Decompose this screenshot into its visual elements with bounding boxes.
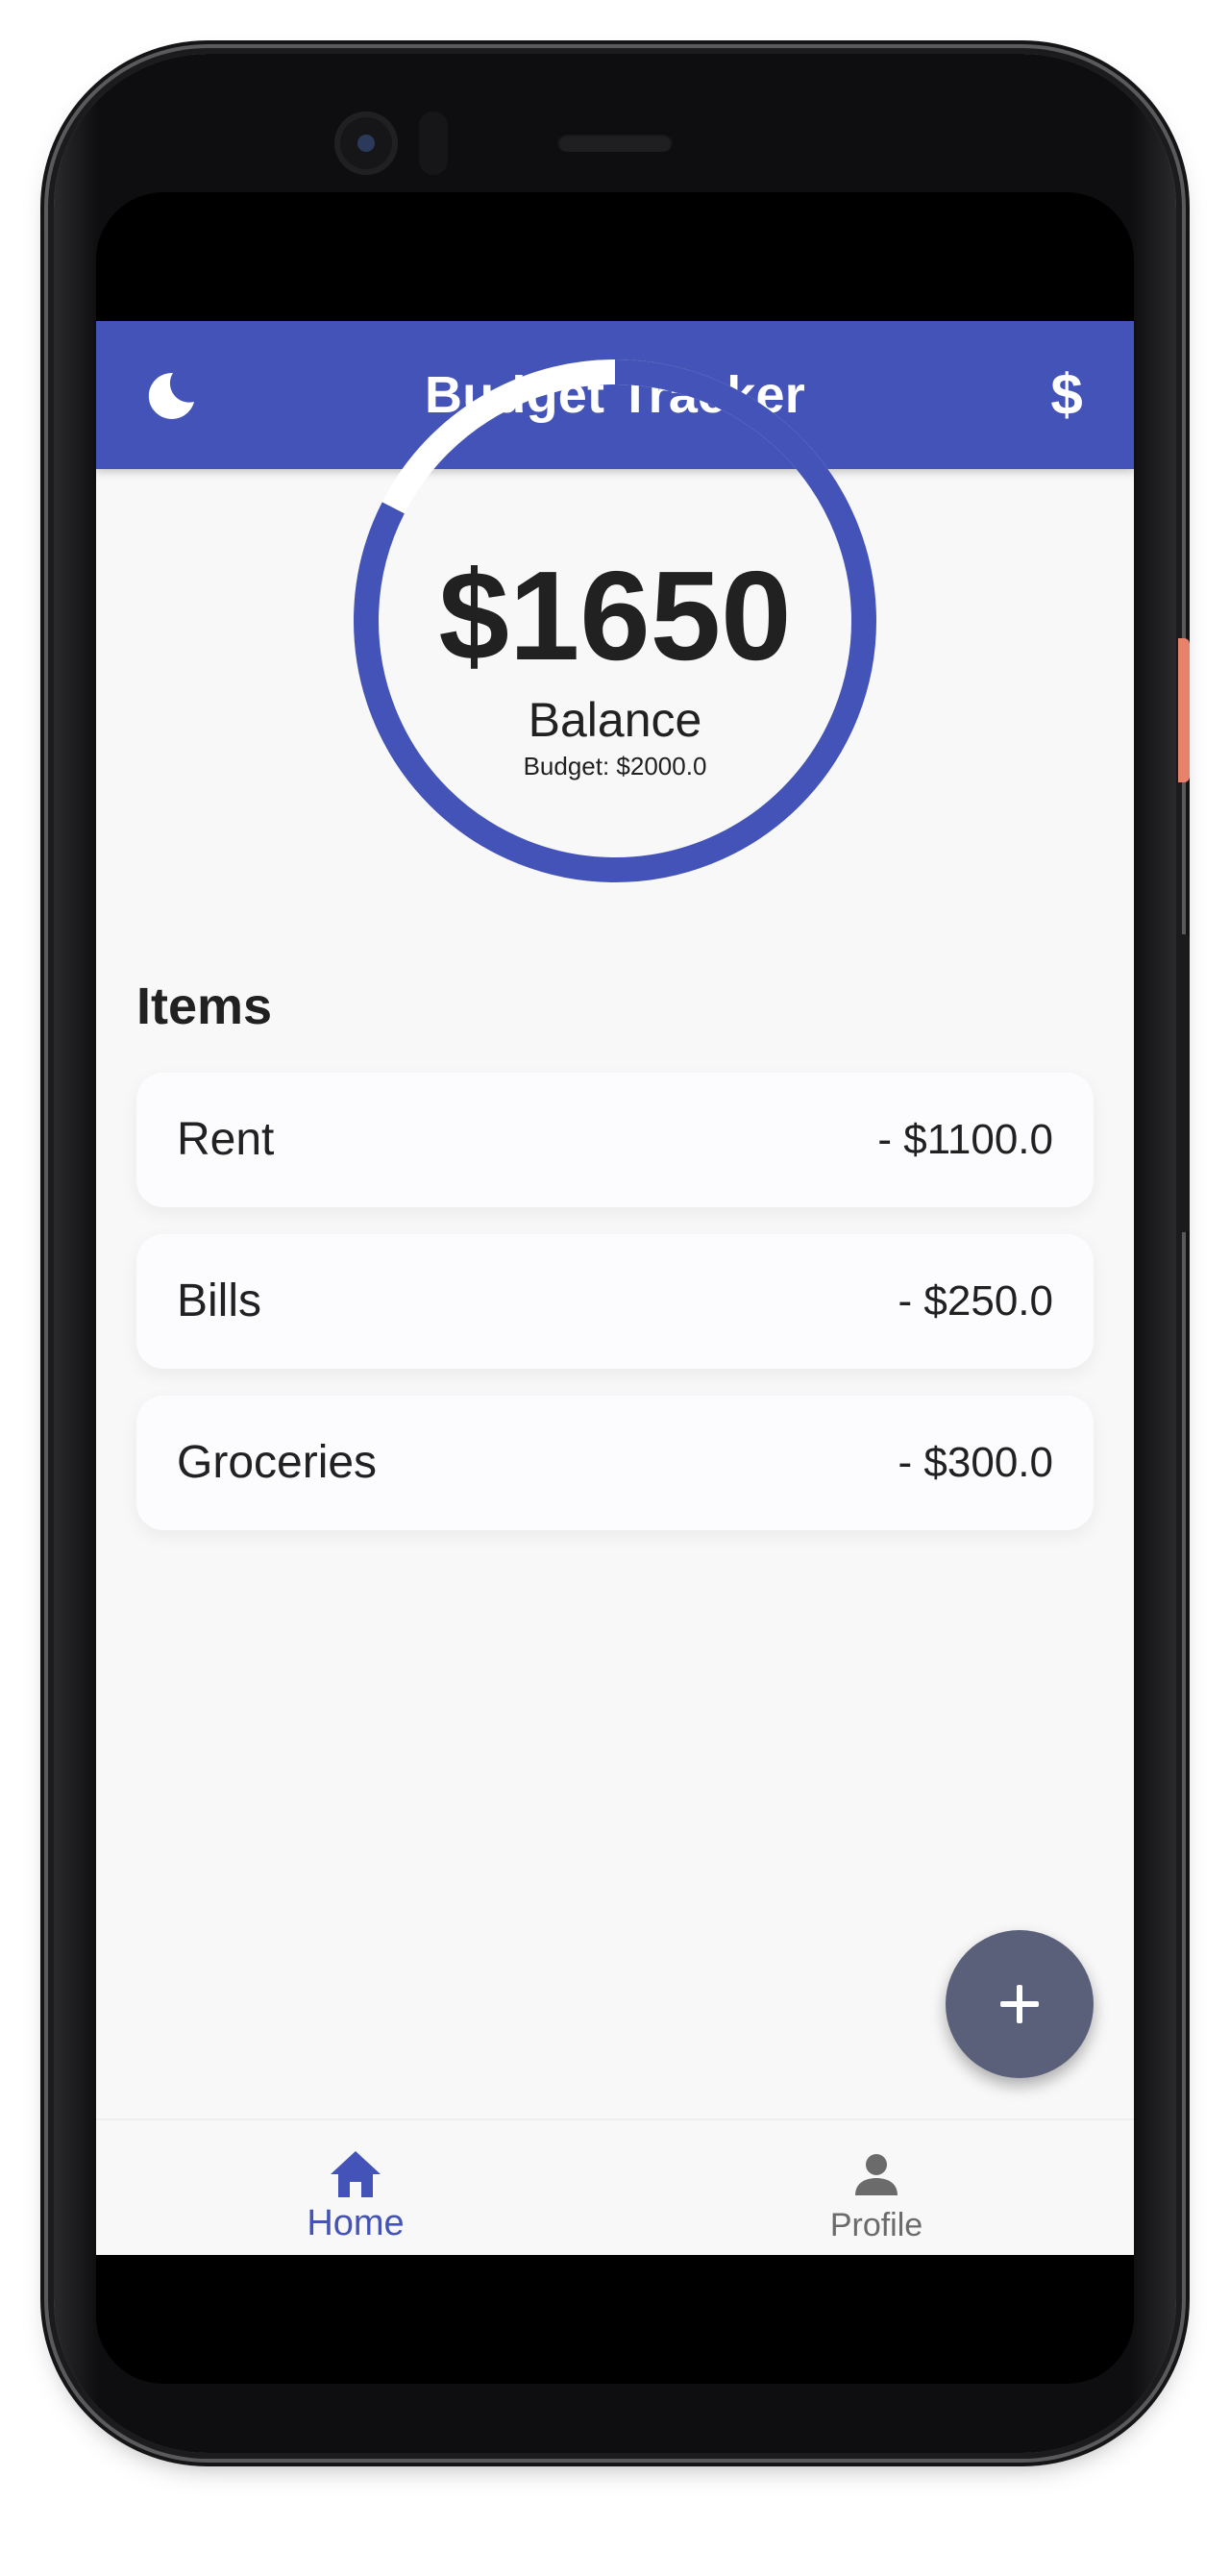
item-name: Rent [177, 1114, 275, 1165]
nav-home-label: Home [307, 2203, 405, 2243]
balance-label: Balance [528, 693, 702, 747]
balance-amount: $1650 [438, 545, 792, 686]
front-camera [334, 111, 398, 175]
earpiece-speaker [557, 133, 673, 152]
nav-profile[interactable]: Profile [732, 2120, 1021, 2255]
item-name: Bills [177, 1276, 262, 1326]
item-amount: - $250.0 [898, 1277, 1053, 1325]
volume-button [1178, 934, 1190, 1232]
phone-screen: Budget Tracker $ $1650 Balance Budget: $… [96, 192, 1134, 2384]
dollar-icon[interactable]: $ [1038, 350, 1095, 440]
budget-label: Budget: $2000.0 [523, 752, 707, 780]
item-amount: - $1100.0 [877, 1116, 1053, 1163]
add-item-button[interactable] [946, 1930, 1094, 2078]
balance-ring: $1650 Balance Budget: $2000.0 [354, 359, 876, 882]
item-list: Rent - $1100.0 Bills - $250.0 Groceries … [136, 1073, 1094, 1557]
home-icon [331, 2151, 381, 2197]
list-item[interactable]: Rent - $1100.0 [136, 1073, 1094, 1207]
nav-profile-label: Profile [829, 2207, 923, 2243]
proximity-sensor [419, 111, 448, 175]
list-item[interactable]: Groceries - $300.0 [136, 1396, 1094, 1530]
person-icon [855, 2154, 898, 2195]
nav-home[interactable]: Home [211, 2120, 500, 2255]
list-item[interactable]: Bills - $250.0 [136, 1234, 1094, 1369]
item-amount: - $300.0 [898, 1439, 1053, 1486]
app-screen: Budget Tracker $ $1650 Balance Budget: $… [96, 321, 1134, 2255]
item-name: Groceries [177, 1437, 378, 1488]
items-heading: Items [136, 978, 273, 1035]
plus-icon [1000, 1985, 1039, 2023]
power-button [1178, 638, 1190, 782]
bottom-navigation: Home Profile [96, 2118, 1134, 2255]
